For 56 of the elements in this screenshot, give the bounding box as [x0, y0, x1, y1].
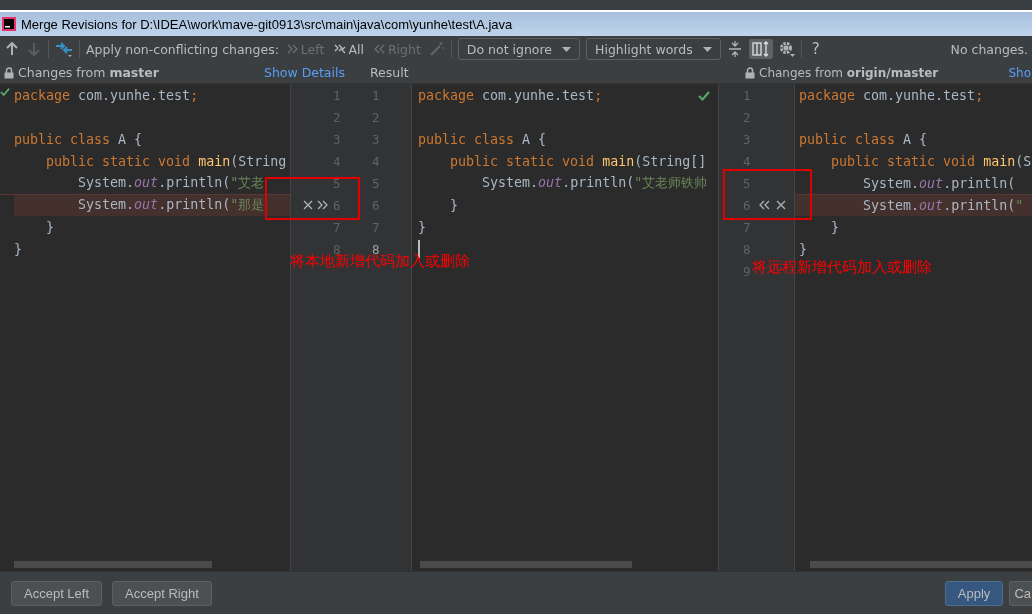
code-line: System.out.println("艾老师铁帅: [481, 174, 708, 192]
dropdown[interactable]: Highlight words: [586, 38, 721, 60]
check-icon: [698, 91, 710, 101]
up-arrow-button[interactable]: [4, 42, 20, 56]
help-button[interactable]: ?: [807, 40, 824, 58]
code-line: System.out.println("艾老: [77, 174, 265, 192]
code-line: }: [14, 241, 22, 257]
code-line: public static void main(String: [45, 153, 287, 169]
show-details-link[interactable]: Show Details: [263, 65, 345, 80]
code-line: }: [45, 219, 55, 235]
code-line: package com.yunhe.test;: [14, 87, 199, 103]
window-title: Merge Revisions for D:\IDEA\work\mave-git0913\src\main\java\com\yunhe\test\A.java: [21, 16, 513, 32]
close-icon[interactable]: [303, 200, 313, 210]
pane-header: Result: [370, 65, 409, 80]
code-line: }: [449, 197, 459, 213]
code-line: System.out.println(: [862, 175, 1016, 191]
scrollbar[interactable]: [420, 561, 632, 568]
pane-header: Changes from origin/master: [759, 65, 939, 80]
annotation-text: 将远程新增代码加入或删除: [752, 258, 932, 277]
side-by-side-toggle[interactable]: [748, 39, 773, 59]
app-icon: [2, 17, 16, 31]
code-line: package com.yunhe.test;: [418, 87, 603, 103]
lock-icon: [745, 66, 755, 79]
code-line: }: [799, 241, 807, 257]
code-line: public class A {: [799, 131, 928, 147]
apply-label: Apply non-conflicting changes:: [86, 41, 279, 57]
show-details-link[interactable]: Sho: [1008, 65, 1031, 80]
collapse-icon[interactable]: [726, 41, 743, 57]
merge-arrows-icon[interactable]: [55, 40, 73, 58]
lock-icon: [4, 66, 14, 79]
code-line: }: [830, 219, 840, 235]
check-icon: [0, 87, 10, 97]
double-chevron-left-icon[interactable]: [759, 200, 771, 210]
settings-icon[interactable]: [778, 41, 795, 57]
code-line: public static void main(S: [830, 153, 1032, 169]
code-line: System.out.println("那是: [77, 196, 265, 214]
double-chevron-left-icon: [373, 44, 386, 54]
scrollbar[interactable]: [810, 561, 1032, 568]
dropdown[interactable]: Do not ignore: [457, 38, 581, 60]
close-icon[interactable]: [776, 200, 786, 210]
code-line: public class A {: [418, 131, 547, 147]
code-line: }: [418, 219, 426, 235]
code-line: package com.yunhe.test;: [799, 87, 984, 103]
code-line: System.out.println(": [862, 197, 1024, 213]
status-text: No changes.: [950, 41, 1028, 57]
caret-icon: [562, 46, 572, 52]
apply-button[interactable]: Apply: [944, 580, 1004, 606]
scrollbar[interactable]: [14, 561, 212, 568]
dialog-button[interactable]: Ca: [1009, 580, 1032, 606]
dialog-button[interactable]: Accept Left: [11, 580, 103, 606]
apply-all-button[interactable]: All: [332, 41, 366, 57]
code-line: public class A {: [14, 131, 143, 147]
code-line: public static void main(String[]: [449, 153, 707, 169]
dialog-button[interactable]: Accept Right: [112, 580, 212, 606]
pane-header: Changes from master: [18, 65, 159, 80]
caret-icon: [702, 46, 712, 52]
